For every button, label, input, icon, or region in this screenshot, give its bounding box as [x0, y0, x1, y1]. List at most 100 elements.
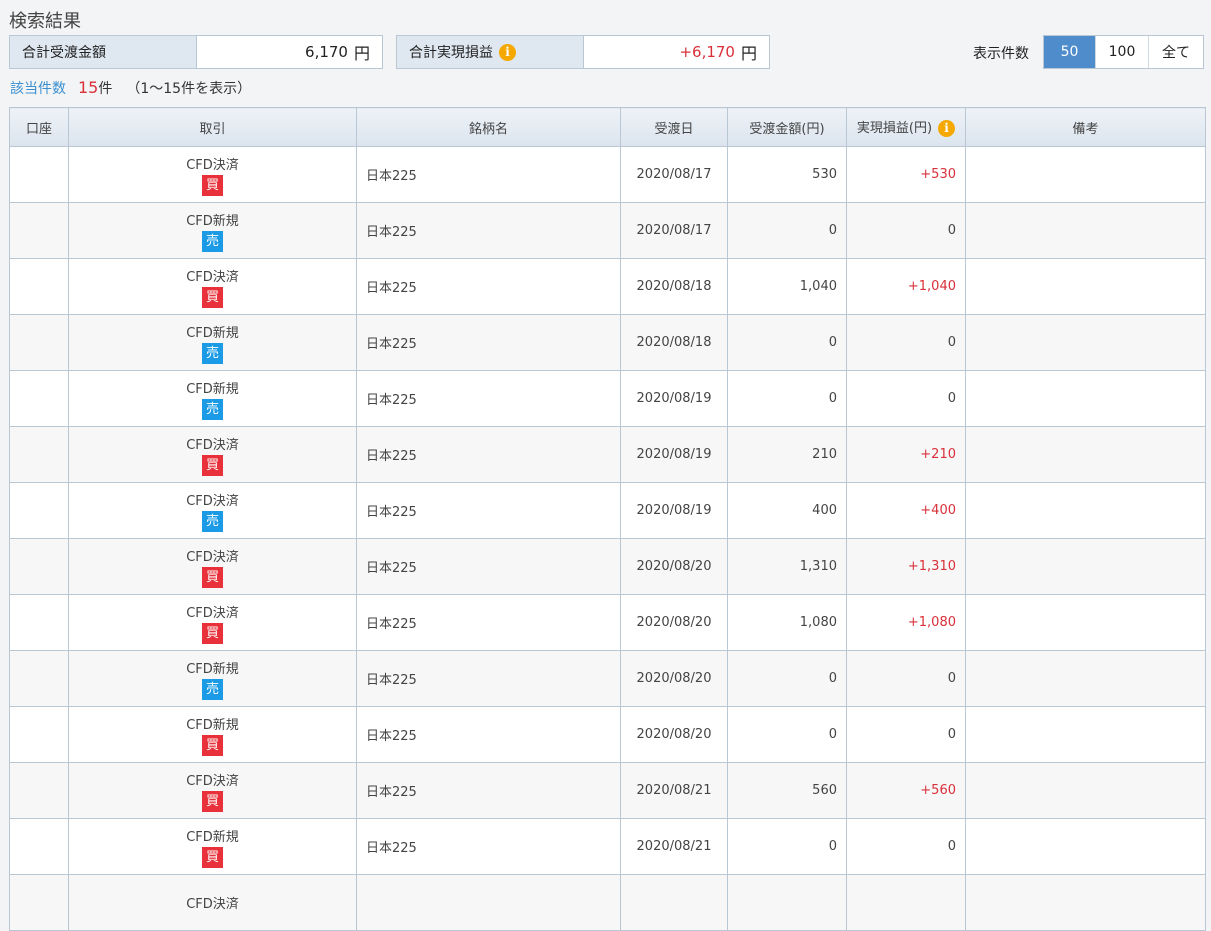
table-row: CFD決済: [9, 874, 1206, 931]
yen-unit: 円: [353, 44, 370, 63]
display-50-button[interactable]: 50: [1044, 36, 1095, 68]
pl-cell: +1,080: [846, 594, 966, 651]
trade-cell: CFD新規売: [68, 202, 357, 259]
trade-type: CFD新規: [186, 325, 239, 341]
amount-cell: 530: [727, 146, 847, 203]
name-cell: 日本225: [356, 538, 621, 595]
table-row: CFD決済買 日本225 2020/08/18 1,040 +1,040: [9, 258, 1206, 315]
buy-badge: 買: [202, 734, 223, 756]
info-icon[interactable]: i: [938, 119, 956, 137]
display-all-button[interactable]: 全て: [1148, 36, 1203, 68]
amount-cell: 1,310: [727, 538, 847, 595]
note-cell: [965, 762, 1206, 819]
sell-badge: 売: [202, 230, 223, 252]
trade-type: CFD決済: [186, 269, 239, 285]
date-cell: 2020/08/19: [620, 426, 728, 483]
col-pl: 実現損益(円) i: [846, 107, 966, 147]
trade-cell: CFD決済買: [68, 426, 357, 483]
hit-count: 該当件数 15件 （1〜15件を表示）: [10, 78, 251, 98]
date-cell: 2020/08/19: [620, 482, 728, 539]
trade-cell: CFD新規売: [68, 314, 357, 371]
table-header: 口座 取引 銘柄名 受渡日 受渡金額(円) 実現損益(円) i 備考: [9, 107, 1206, 147]
date-cell: 2020/08/17: [620, 202, 728, 259]
hit-count-unit: 件: [98, 81, 113, 97]
account-cell: [9, 202, 69, 259]
buy-badge: 買: [202, 286, 223, 308]
col-pl-label: 実現損益(円): [856, 121, 933, 137]
trade-cell: CFD決済買: [68, 762, 357, 819]
name-cell: 日本225: [356, 202, 621, 259]
display-count-label: 表示件数: [973, 46, 1029, 62]
col-date: 受渡日: [620, 107, 728, 147]
buy-badge: 買: [202, 846, 223, 868]
hit-count-value: 15: [78, 78, 99, 97]
name-cell: 日本225: [356, 370, 621, 427]
table-row: CFD決済買 日本225 2020/08/19 210 +210: [9, 426, 1206, 483]
amount-cell: 0: [727, 370, 847, 427]
trade-cell: CFD決済買: [68, 594, 357, 651]
buy-badge: 買: [202, 622, 223, 644]
sell-badge: 売: [202, 510, 223, 532]
amount-cell: 1,040: [727, 258, 847, 315]
account-cell: [9, 594, 69, 651]
note-cell: [965, 706, 1206, 763]
pl-cell: +210: [846, 426, 966, 483]
account-cell: [9, 650, 69, 707]
buy-badge: 買: [202, 454, 223, 476]
amount-cell: [727, 874, 847, 931]
table-row: CFD決済買 日本225 2020/08/20 1,080 +1,080: [9, 594, 1206, 651]
note-cell: [965, 482, 1206, 539]
account-cell: [9, 874, 69, 931]
trade-type: CFD新規: [186, 717, 239, 733]
account-cell: [9, 538, 69, 595]
account-cell: [9, 818, 69, 875]
total-amount-label: 合計受渡金額: [10, 36, 197, 68]
results-table: 口座 取引 銘柄名 受渡日 受渡金額(円) 実現損益(円) i 備考 CFD決済買…: [9, 107, 1206, 931]
note-cell: [965, 818, 1206, 875]
buy-badge: 買: [202, 790, 223, 812]
amount-cell: 1,080: [727, 594, 847, 651]
date-cell: 2020/08/20: [620, 594, 728, 651]
date-cell: 2020/08/17: [620, 146, 728, 203]
trade-type: CFD決済: [186, 897, 239, 912]
hit-range: （1〜15件を表示）: [126, 81, 252, 97]
note-cell: [965, 146, 1206, 203]
table-row: CFD新規買 日本225 2020/08/20 0 0: [9, 706, 1206, 763]
note-cell: [965, 258, 1206, 315]
note-cell: [965, 874, 1206, 931]
name-cell: [356, 874, 621, 931]
hit-count-label: 該当件数: [10, 81, 66, 97]
trade-cell: CFD決済買: [68, 258, 357, 315]
sell-badge: 売: [202, 678, 223, 700]
amount-cell: 0: [727, 706, 847, 763]
table-row: CFD新規売 日本225 2020/08/20 0 0: [9, 650, 1206, 707]
date-cell: 2020/08/20: [620, 706, 728, 763]
trade-type: CFD決済: [186, 549, 239, 565]
amount-cell: 0: [727, 818, 847, 875]
sell-badge: 売: [202, 342, 223, 364]
trade-cell: CFD新規買: [68, 706, 357, 763]
table-row: CFD決済買 日本225 2020/08/20 1,310 +1,310: [9, 538, 1206, 595]
pl-cell: 0: [846, 370, 966, 427]
pl-cell: +530: [846, 146, 966, 203]
date-cell: 2020/08/18: [620, 314, 728, 371]
name-cell: 日本225: [356, 650, 621, 707]
pl-cell: 0: [846, 314, 966, 371]
name-cell: 日本225: [356, 314, 621, 371]
page-title: 検索結果: [9, 11, 81, 32]
date-cell: [620, 874, 728, 931]
col-trade: 取引: [68, 107, 357, 147]
name-cell: 日本225: [356, 762, 621, 819]
display-100-button[interactable]: 100: [1095, 36, 1148, 68]
pl-cell: +1,040: [846, 258, 966, 315]
note-cell: [965, 594, 1206, 651]
sell-badge: 売: [202, 398, 223, 420]
account-cell: [9, 762, 69, 819]
total-pl-box: 合計実現損益 i +6,170 円: [396, 35, 770, 69]
date-cell: 2020/08/20: [620, 538, 728, 595]
table-row: CFD新規売 日本225 2020/08/18 0 0: [9, 314, 1206, 371]
info-icon[interactable]: i: [499, 43, 516, 61]
note-cell: [965, 202, 1206, 259]
amount-cell: 210: [727, 426, 847, 483]
pl-cell: 0: [846, 818, 966, 875]
